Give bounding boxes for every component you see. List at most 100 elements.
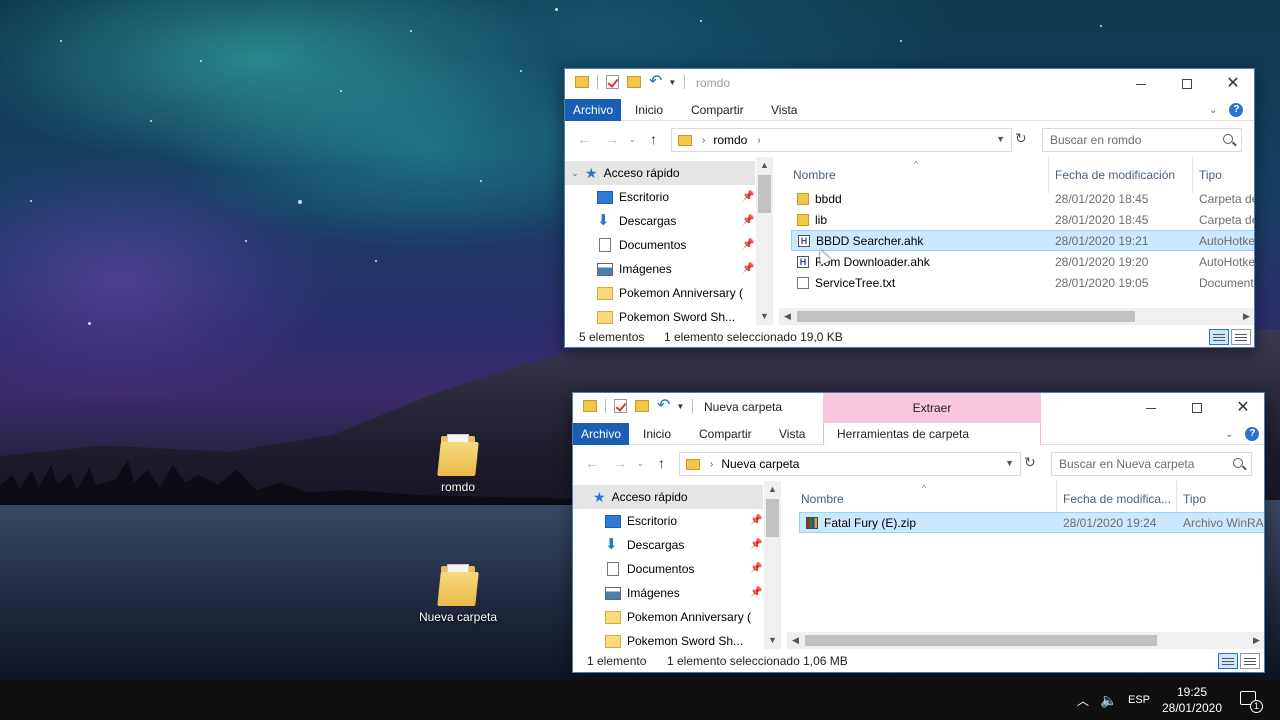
column-header-name[interactable]: Nombre — [787, 157, 1049, 193]
tab-herramientas-carpeta-comprimida[interactable]: Herramientas de carpeta comprimida — [823, 423, 1041, 463]
action-center-icon[interactable]: 1 — [1240, 691, 1263, 713]
refresh-icon[interactable]: ↻ — [1024, 454, 1036, 471]
scroll-left-icon[interactable]: ◀ — [779, 308, 796, 325]
tab-vista[interactable]: Vista — [763, 99, 805, 121]
chevron-down-icon[interactable]: ▼ — [1005, 458, 1014, 468]
nav-item-descargas[interactable]: Descargas 📌 — [565, 209, 755, 233]
nav-item-pokemon-sword[interactable]: Pokemon Sword Sh... — [565, 305, 755, 325]
close-button[interactable]: ✕ — [1210, 69, 1254, 99]
scroll-left-icon[interactable]: ◀ — [787, 632, 804, 649]
tab-vista[interactable]: Vista — [771, 423, 813, 445]
volume-icon[interactable]: 🔈 — [1100, 680, 1117, 720]
scroll-thumb[interactable] — [758, 175, 771, 213]
back-arrow-icon[interactable]: ← — [585, 455, 599, 471]
file-row-selected[interactable]: H BBDD Searcher.ahk 28/01/2020 19:21 Aut… — [791, 230, 1254, 251]
show-hidden-icons-icon[interactable]: ︿ — [1077, 680, 1089, 720]
nav-item-descargas[interactable]: Descargas 📌 — [573, 533, 763, 557]
tab-archivo[interactable]: Archivo — [573, 423, 630, 445]
search-input[interactable]: Buscar en Nueva carpeta — [1051, 452, 1252, 476]
scroll-thumb[interactable] — [766, 499, 779, 537]
search-input[interactable]: Buscar en romdo — [1042, 128, 1242, 152]
properties-icon[interactable] — [606, 75, 619, 89]
horizontal-scrollbar[interactable]: ◀ ▶ — [779, 308, 1254, 325]
explorer-window-romdo[interactable]: ↶ ▼ romdo ✕ Archivo Inicio Compartir Vis… — [564, 68, 1255, 348]
properties-icon[interactable] — [614, 399, 627, 413]
chevron-down-icon[interactable]: ▼ — [996, 134, 1005, 144]
desktop-icon-nueva-carpeta[interactable]: Nueva carpeta — [413, 562, 503, 624]
scroll-right-icon[interactable]: ▶ — [1248, 632, 1264, 649]
minimize-button[interactable] — [1128, 393, 1174, 423]
breadcrumb-segment[interactable]: Nueva carpeta — [721, 457, 799, 471]
breadcrumb-segment[interactable]: romdo — [713, 133, 747, 147]
column-header-date[interactable]: Fecha de modificación — [1049, 157, 1193, 193]
nav-item-pokemon-sword[interactable]: Pokemon Sword Sh... — [573, 629, 763, 649]
undo-icon[interactable]: ↶ — [657, 398, 670, 414]
tab-inicio[interactable]: Inicio — [635, 423, 679, 445]
explorer-window-nueva-carpeta[interactable]: Extraer ↶ ▼ Nueva carpeta ✕ Archivo Inic… — [572, 392, 1265, 673]
nav-quick-access[interactable]: ★ Acceso rápido — [573, 485, 763, 509]
nav-vertical-scrollbar[interactable]: ▲ ▼ — [764, 481, 781, 649]
minimize-button[interactable] — [1118, 69, 1164, 99]
nav-item-pokemon-anniversary[interactable]: Pokemon Anniversary ( — [565, 281, 755, 305]
nav-item-escritorio[interactable]: Escritorio 📌 — [565, 185, 755, 209]
scroll-down-icon[interactable]: ▼ — [764, 632, 781, 649]
scroll-thumb[interactable] — [805, 635, 1157, 646]
scroll-up-icon[interactable]: ▲ — [764, 481, 781, 498]
nav-vertical-scrollbar[interactable]: ▲ ▼ — [756, 157, 773, 325]
expand-ribbon-icon[interactable]: ⌄ — [1209, 105, 1217, 116]
scroll-right-icon[interactable]: ▶ — [1238, 308, 1254, 325]
scroll-down-icon[interactable]: ▼ — [756, 308, 773, 325]
recent-locations-icon[interactable]: ⌄ — [629, 135, 636, 144]
nav-quick-access[interactable]: ⌄ ★ Acceso rápido — [565, 161, 755, 185]
tab-compartir[interactable]: Compartir — [691, 423, 760, 445]
file-row[interactable]: ServiceTree.txt 28/01/2020 19:05 Documen… — [791, 273, 1254, 294]
new-folder-icon[interactable] — [635, 400, 649, 412]
refresh-icon[interactable]: ↻ — [1015, 130, 1027, 147]
file-row[interactable]: H Rom Downloader.ahk 28/01/2020 19:20 Au… — [791, 252, 1254, 273]
nav-item-escritorio[interactable]: Escritorio 📌 — [573, 509, 763, 533]
large-icons-view-icon[interactable] — [1240, 653, 1260, 669]
desktop-icon-romdo[interactable]: romdo — [413, 432, 503, 494]
address-bar[interactable]: › Nueva carpeta ▼ — [679, 452, 1021, 476]
nav-item-documentos[interactable]: Documentos 📌 — [565, 233, 755, 257]
title-bar[interactable]: ↶ ▼ Nueva carpeta ✕ — [573, 393, 1264, 423]
scroll-up-icon[interactable]: ▲ — [756, 157, 773, 174]
details-view-icon[interactable] — [1218, 653, 1238, 669]
tab-inicio[interactable]: Inicio — [627, 99, 671, 121]
chevron-down-icon[interactable]: ⌄ — [565, 161, 585, 185]
new-folder-icon[interactable] — [627, 76, 641, 88]
forward-arrow-icon[interactable]: → — [613, 455, 627, 471]
nav-item-documentos[interactable]: Documentos 📌 — [573, 557, 763, 581]
help-icon[interactable]: ? — [1229, 103, 1244, 117]
tab-compartir[interactable]: Compartir — [683, 99, 752, 121]
tab-archivo[interactable]: Archivo — [565, 99, 622, 121]
details-view-icon[interactable] — [1209, 329, 1229, 345]
forward-arrow-icon[interactable]: → — [605, 131, 619, 147]
up-arrow-icon[interactable]: ↑ — [650, 131, 657, 147]
close-button[interactable]: ✕ — [1220, 393, 1264, 423]
chevron-down-icon[interactable]: ▼ — [676, 402, 684, 411]
scroll-thumb[interactable] — [797, 311, 1135, 322]
up-arrow-icon[interactable]: ↑ — [658, 455, 665, 471]
help-icon[interactable]: ? — [1245, 427, 1260, 441]
maximize-button[interactable] — [1174, 393, 1220, 423]
breadcrumb-chevron-icon[interactable]: › — [757, 135, 760, 146]
nav-item-imagenes[interactable]: Imágenes 📌 — [573, 581, 763, 605]
file-row-selected[interactable]: Fatal Fury (E).zip 28/01/2020 19:24 Arch… — [799, 512, 1264, 533]
chevron-down-icon[interactable]: ▼ — [668, 78, 676, 87]
system-clock[interactable]: 19:25 28/01/2020 — [1156, 684, 1228, 716]
title-bar[interactable]: ↶ ▼ romdo ✕ — [565, 69, 1254, 99]
nav-item-imagenes[interactable]: Imágenes 📌 — [565, 257, 755, 281]
maximize-button[interactable] — [1164, 69, 1210, 99]
large-icons-view-icon[interactable] — [1231, 329, 1251, 345]
input-language[interactable]: ESP — [1128, 680, 1150, 720]
back-arrow-icon[interactable]: ← — [577, 131, 591, 147]
column-header-type[interactable]: Tipo — [1193, 157, 1254, 193]
file-row[interactable]: lib 28/01/2020 18:45 Carpeta de — [791, 210, 1254, 231]
file-row[interactable]: bbdd 28/01/2020 18:45 Carpeta de — [791, 189, 1254, 210]
address-bar[interactable]: › romdo › ▼ — [671, 128, 1012, 152]
nav-item-pokemon-anniversary[interactable]: Pokemon Anniversary ( — [573, 605, 763, 629]
expand-ribbon-icon[interactable]: ⌄ — [1225, 429, 1233, 440]
undo-icon[interactable]: ↶ — [649, 74, 662, 90]
recent-locations-icon[interactable]: ⌄ — [637, 459, 644, 468]
